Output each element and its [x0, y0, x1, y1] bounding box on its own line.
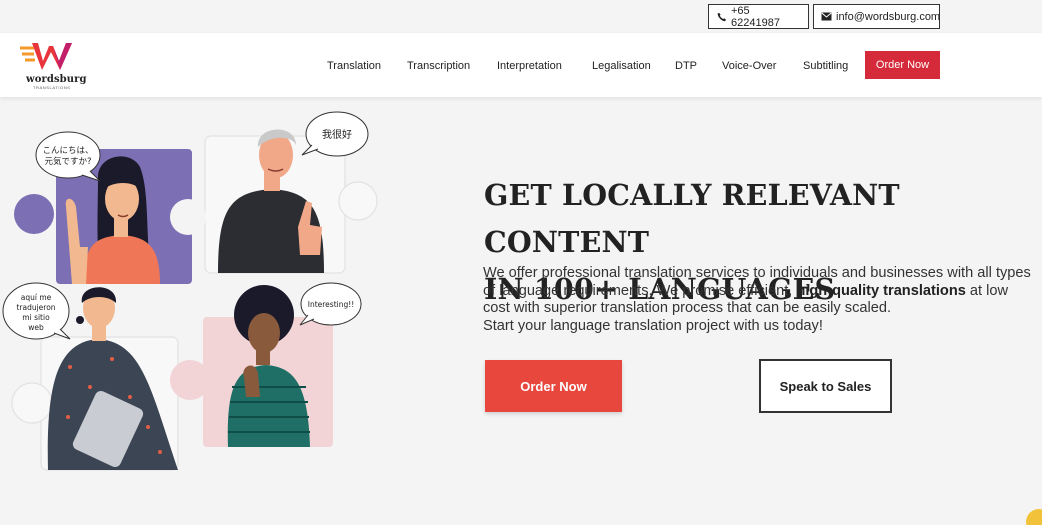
speech-bubble-japanese: こんにちは、 元気ですか? [35, 131, 101, 182]
hero-description: We offer professional translation servic… [483, 265, 1038, 335]
nav-subtitling[interactable]: Subtitling [803, 60, 848, 72]
bubble-spanish-line1: aquí me [21, 293, 52, 302]
bubble-chinese-text: 我很好 [322, 128, 352, 141]
hero-order-now-button[interactable]: Order Now [485, 360, 622, 412]
email-address: info@wordsburg.com [836, 10, 941, 23]
phone-number: +65 62241987 [731, 4, 780, 29]
speech-bubble-chinese: 我很好 [301, 111, 369, 157]
nav-interpretation[interactable]: Interpretation [497, 60, 562, 72]
hero-desc-cta-line: Start your language translation project … [483, 317, 823, 334]
main-navbar: wordsburg TRANSLATIONS Translation Trans… [0, 33, 1042, 97]
bubble-spanish-line2: tradujeron [16, 303, 55, 312]
phone-icon [717, 12, 726, 21]
bubble-japanese-line2: 元気ですか? [44, 156, 91, 167]
nav-order-now-button[interactable]: Order Now [865, 51, 940, 79]
envelope-icon [821, 12, 832, 21]
contact-bar: +65 62241987 info@wordsburg.com [0, 0, 1042, 33]
nav-transcription[interactable]: Transcription [407, 60, 470, 72]
nav-legalisation[interactable]: Legalisation [592, 60, 651, 72]
hero-illustration: こんにちは、 元気ですか? 我很好 aquí me tradujeron mi … [2, 111, 378, 471]
chat-widget-corner[interactable] [1026, 509, 1042, 525]
hero-desc-bold: high-quality translations [796, 282, 966, 299]
bubble-japanese-line1: こんにちは、 [42, 146, 93, 156]
bubble-spanish-line4: web [28, 323, 44, 332]
speech-bubble-spanish: aquí me tradujeron mi sitio web [2, 282, 71, 340]
email-link[interactable]: info@wordsburg.com [813, 4, 940, 29]
bubble-english-text: Interesting!! [308, 300, 355, 309]
nav-translation[interactable]: Translation [327, 60, 381, 72]
nav-dtp[interactable]: DTP [675, 60, 697, 72]
bubble-spanish-line3: mi sitio [22, 313, 50, 322]
speak-to-sales-button[interactable]: Speak to Sales [759, 359, 892, 413]
speech-bubble-english: Interesting!! [299, 282, 362, 326]
phone-link[interactable]: +65 62241987 [708, 4, 809, 29]
nav-voice-over[interactable]: Voice-Over [722, 60, 776, 72]
hero-headline-line1: GET LOCALLY RELEVANT CONTENT [484, 178, 900, 259]
